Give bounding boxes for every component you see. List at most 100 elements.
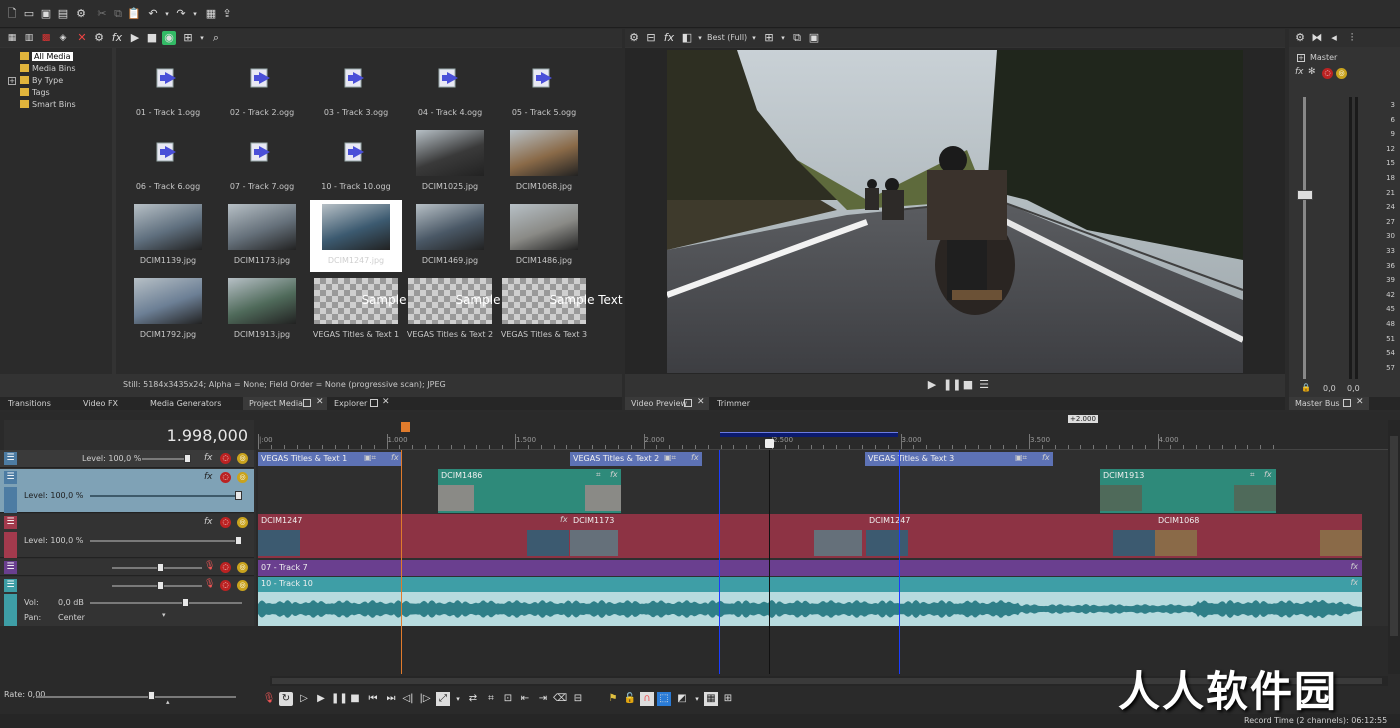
video-clip-1[interactable]: DCIM1247 xyxy=(258,514,570,558)
media-item[interactable]: DCIM1469.jpg xyxy=(404,200,496,272)
prev-frame-icon[interactable]: ◁| xyxy=(401,692,415,706)
explorer-float-icon[interactable] xyxy=(370,399,378,407)
media-fx-icon[interactable]: fx xyxy=(110,31,124,45)
preview-menu-icon[interactable]: ☰ xyxy=(977,378,991,392)
master-expand-icon[interactable]: + xyxy=(1297,54,1305,62)
master-snowflake-icon[interactable]: ✻ xyxy=(1308,67,1316,77)
title-clip-3-pan-icon[interactable]: ▣⌗ xyxy=(1015,453,1027,463)
track-2-menu-icon[interactable]: ☰ xyxy=(4,471,17,484)
upload-icon[interactable]: ⇪ xyxy=(220,7,234,21)
mixer-icon[interactable]: ⫶ xyxy=(1345,31,1359,45)
master-solo-icon[interactable]: ◎ xyxy=(1336,68,1347,79)
copy-snapshot-icon[interactable]: ⧉ xyxy=(790,31,804,45)
track-2-solo-icon[interactable]: ◎ xyxy=(237,472,248,483)
render-icon[interactable]: ▦ xyxy=(204,7,218,21)
undo-dropdown-icon[interactable]: ▾ xyxy=(160,7,174,21)
split-dropdown-icon[interactable]: ▾ xyxy=(693,31,707,45)
media-item[interactable]: 10 - Track 10.ogg xyxy=(310,126,402,198)
redo-dropdown-icon[interactable]: ▾ xyxy=(188,7,202,21)
stop-icon[interactable]: ■ xyxy=(145,31,159,45)
auto-preview-icon[interactable]: ◉ xyxy=(162,31,176,45)
title-clip-3[interactable]: VEGAS Titles & Text 3 ▣⌗ fx xyxy=(865,452,1053,466)
teal-clip-2-fx-icon[interactable]: fx xyxy=(1264,470,1272,479)
track-5-solo-icon[interactable]: ◎ xyxy=(237,580,248,591)
media-item[interactable]: DCIM1139.jpg xyxy=(122,200,214,272)
grid-icon[interactable]: ⊞ xyxy=(721,692,735,706)
lock-envelopes-icon[interactable]: 🔓 xyxy=(623,692,637,706)
tab-transitions[interactable]: Transitions xyxy=(2,397,51,410)
media-item[interactable]: DCIM1025.jpg xyxy=(404,126,496,198)
snapping-icon[interactable]: ∩ xyxy=(640,692,654,706)
media-item[interactable]: 03 - Track 3.ogg xyxy=(310,52,402,124)
track-header-3[interactable]: ☰ Level: 100,0 % fx ◌ ◎ xyxy=(0,514,254,558)
tree-item[interactable]: Smart Bins xyxy=(20,99,76,110)
track-2-mute-icon[interactable]: ◌ xyxy=(220,472,231,483)
next-frame-icon[interactable]: |▷ xyxy=(418,692,432,706)
record-icon[interactable]: 🎙 xyxy=(262,692,276,706)
track-4-arm-icon[interactable]: 🎙 xyxy=(204,561,215,571)
project-media-float-icon[interactable] xyxy=(303,399,311,407)
tab-media-generators[interactable]: Media Generators xyxy=(144,397,221,410)
video-clip-4[interactable]: DCIM1068 xyxy=(1155,514,1362,558)
playhead-knob-icon[interactable] xyxy=(765,439,774,448)
delete-icon[interactable]: ⌫ xyxy=(553,692,567,706)
media-item[interactable]: 07 - Track 7.ogg xyxy=(216,126,308,198)
media-item[interactable]: Sample Text VEGAS Titles & Text 2 xyxy=(404,274,529,346)
media-item[interactable]: Sample Text VEGAS Titles & Text 3 xyxy=(498,274,623,346)
trim-end-icon[interactable]: ⇥ xyxy=(536,692,550,706)
track-header-4[interactable]: ☰ 🎙 ◌ ◎ xyxy=(0,559,254,576)
tree-expand-icon[interactable]: + xyxy=(8,77,16,85)
media-item[interactable]: DCIM1247.jpg xyxy=(310,200,402,272)
loop-icon[interactable]: ↻ xyxy=(279,692,293,706)
audio-clip-track10-fx-icon[interactable]: fx xyxy=(1350,578,1358,587)
new-icon[interactable]: 🗋 xyxy=(5,7,19,21)
tree-item[interactable]: + By Type xyxy=(8,75,63,86)
dim-icon[interactable]: ◂ xyxy=(1327,31,1341,45)
copy-icon[interactable]: ⧉ xyxy=(111,7,125,21)
media-item[interactable]: 06 - Track 6.ogg xyxy=(122,126,214,198)
media-item[interactable]: 01 - Track 1.ogg xyxy=(122,52,214,124)
video-clip-2-fx-icon[interactable]: fx xyxy=(560,515,568,524)
video-clip-2[interactable]: DCIM1173 fx xyxy=(527,514,866,558)
ripple-icon[interactable]: ⌗ xyxy=(484,692,498,706)
track-3-menu-icon[interactable]: ☰ xyxy=(4,516,17,529)
media-item[interactable]: 04 - Track 4.ogg xyxy=(404,52,496,124)
teal-clip-2[interactable]: DCIM1913 ⌗ fx xyxy=(1100,469,1276,513)
project-media-close-icon[interactable]: ✕ xyxy=(316,397,324,407)
stop-icon-transport[interactable]: ■ xyxy=(348,692,362,706)
track-4-volume-slider[interactable] xyxy=(157,563,164,572)
title-clip-3-fx-icon[interactable]: fx xyxy=(1042,453,1050,462)
track-5-arm-icon[interactable]: 🎙 xyxy=(204,579,215,589)
cut-icon[interactable]: ✂ xyxy=(95,7,109,21)
master-float-icon[interactable] xyxy=(1343,399,1351,407)
import-media-icon[interactable]: ▦ xyxy=(5,31,19,45)
tab-project-media[interactable]: Project Media xyxy=(243,397,327,410)
track-5-menu-icon[interactable]: ☰ xyxy=(4,579,17,592)
preview-properties-icon[interactable]: ⚙ xyxy=(627,31,641,45)
insert-marker-icon[interactable]: ⚑ xyxy=(606,692,620,706)
rate-slider[interactable] xyxy=(148,691,155,700)
track-4-mute-icon[interactable]: ◌ xyxy=(220,562,231,573)
preview-quality-select[interactable]: Best (Full) xyxy=(707,33,747,42)
title-clip-2[interactable]: VEGAS Titles & Text 2 ▣⌗ fx xyxy=(570,452,702,466)
save-icon[interactable]: ▣ xyxy=(39,7,53,21)
save-as-icon[interactable]: ▤ xyxy=(56,7,70,21)
undo-icon[interactable]: ↶ xyxy=(146,7,160,21)
selection-icon[interactable]: ▦ xyxy=(704,692,718,706)
redo-icon[interactable]: ↷ xyxy=(174,7,188,21)
tree-item[interactable]: Media Bins xyxy=(20,63,76,74)
audio-clip-track10[interactable]: 10 - Track 10 fx xyxy=(258,577,1362,626)
cut-region-icon[interactable]: ⊟ xyxy=(571,692,585,706)
master-fader-knob[interactable] xyxy=(1297,190,1313,200)
track-4-menu-icon[interactable]: ☰ xyxy=(4,561,17,574)
track-2-level-slider[interactable] xyxy=(235,491,242,500)
edit-tool-icon[interactable]: ⤢ xyxy=(436,692,450,706)
video-preview-float-icon[interactable] xyxy=(684,399,692,407)
title-clip-2-fx-icon[interactable]: fx xyxy=(691,453,699,462)
extract-audio-icon[interactable]: ◈ xyxy=(56,31,70,45)
tab-trimmer[interactable]: Trimmer xyxy=(711,397,750,410)
track-5-mute-icon[interactable]: ◌ xyxy=(220,580,231,591)
track-5-pan-marker-icon[interactable]: ▾ xyxy=(162,611,166,619)
marker-flag-icon[interactable] xyxy=(401,422,410,432)
overlays-dropdown-icon[interactable]: ▾ xyxy=(776,31,790,45)
